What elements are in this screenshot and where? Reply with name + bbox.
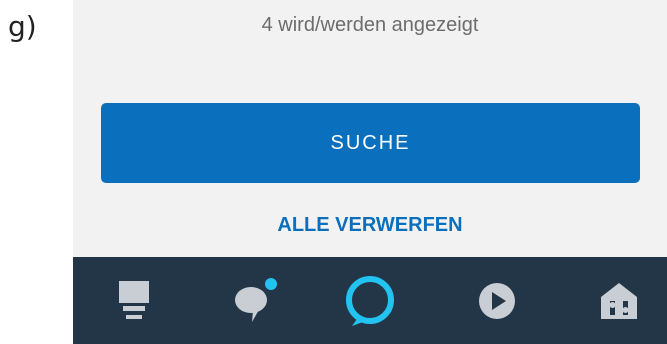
nav-item-home[interactable]: [90, 257, 180, 344]
notification-dot: [265, 277, 277, 290]
search-button[interactable]: SUCHE: [101, 103, 640, 183]
search-button-label: SUCHE: [330, 131, 411, 154]
nav-item-communicate[interactable]: [211, 257, 301, 344]
alexa-icon: [346, 275, 394, 326]
app-screen: 4 wird/werden angezeigt SUCHE ALLE VERWE…: [73, 0, 667, 344]
nav-item-alexa[interactable]: [325, 257, 415, 344]
bottom-navigation: [73, 257, 667, 344]
devices-icon: [601, 282, 637, 319]
communicate-icon: [235, 277, 277, 322]
discard-all-link[interactable]: ALLE VERWERFEN: [73, 214, 667, 237]
nav-item-devices[interactable]: [574, 257, 664, 344]
play-icon: [479, 282, 515, 319]
figure-label: g): [8, 10, 37, 43]
home-icon: [119, 280, 149, 319]
results-count-text: 4 wird/werden angezeigt: [261, 14, 479, 36]
nav-item-play[interactable]: [452, 257, 542, 344]
